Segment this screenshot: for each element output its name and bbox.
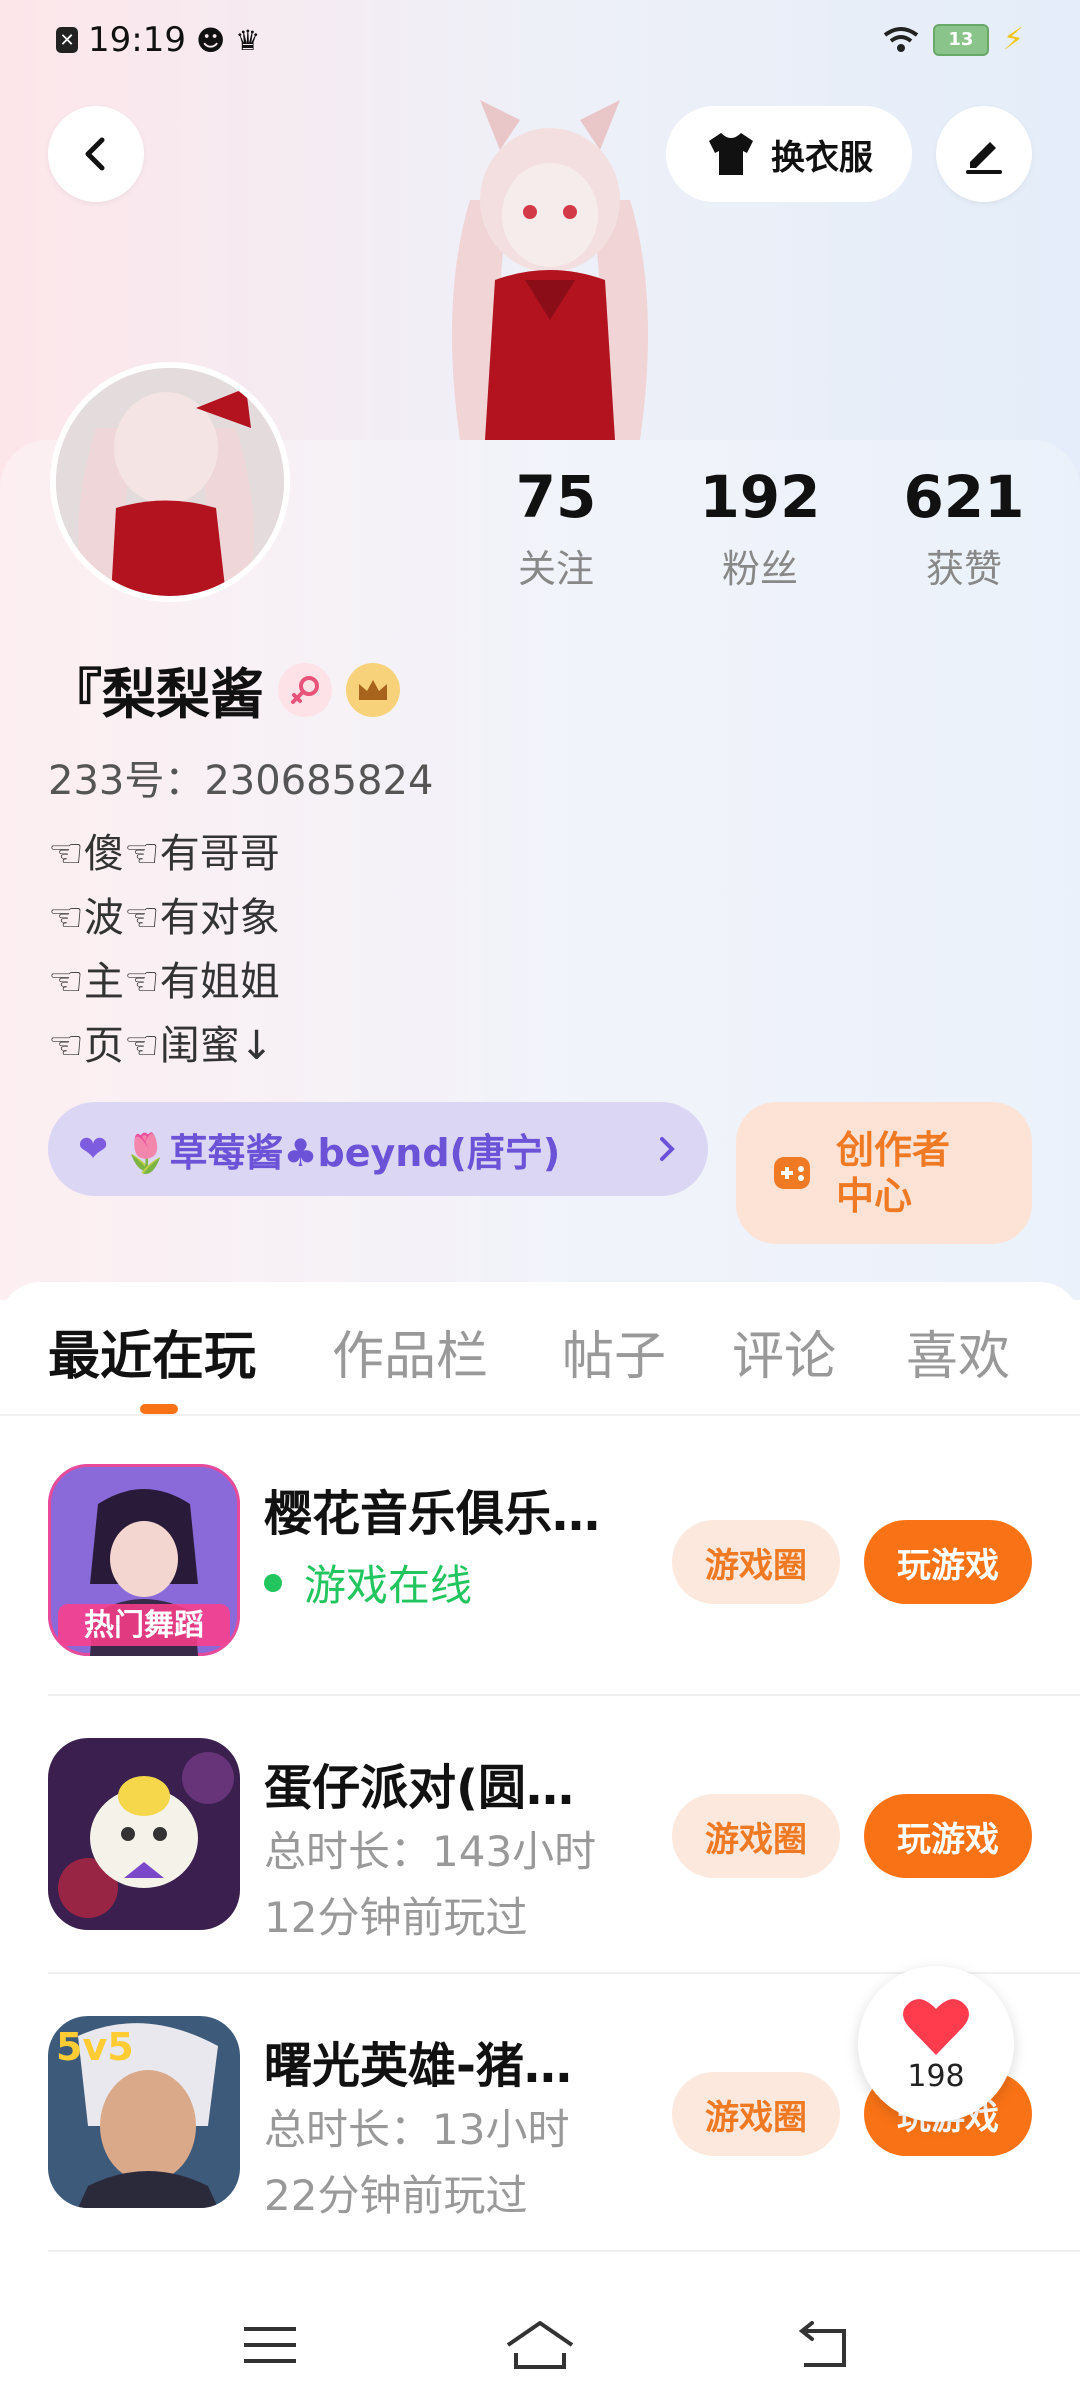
edit-icon (966, 142, 1002, 174)
creator-center-label: 创作者中心 (836, 1128, 951, 1218)
user-id: 233号：230685824 (48, 758, 434, 804)
status-bar: ✕ 19:19 ☻ ♛ 13 ⚡ (0, 0, 1080, 80)
avatar[interactable] (50, 362, 290, 602)
menu-icon (244, 2327, 296, 2363)
bio-line: ☜主☜有姐姐 (48, 959, 280, 1005)
online-status-text: 游戏在线 (304, 1561, 473, 1610)
game-icon-label: 热门舞蹈 (84, 1608, 204, 1643)
stat-followers[interactable]: 192 粉丝 (660, 462, 860, 593)
following-label: 关注 (517, 547, 594, 591)
crown-icon: ♛ (235, 23, 261, 57)
last-played: 12分钟前玩过 (264, 1893, 528, 1942)
game-circle-button[interactable]: 游戏圈 (672, 2072, 840, 2156)
tshirt-icon (709, 133, 753, 175)
game-name: 蛋仔派对(圆… (264, 1760, 574, 1816)
relationship-text: 🌷草莓酱♣beynd(唐宁) (122, 1130, 561, 1175)
game-icon-label: 5v5 (56, 2025, 134, 2069)
tab-recent-play[interactable]: 最近在玩 (48, 1314, 256, 1389)
like-count: 198 (907, 2058, 965, 2094)
game-name: 曙光英雄-猪… (264, 2038, 572, 2094)
last-played: 22分钟前玩过 (264, 2171, 528, 2220)
change-outfit-label: 换衣服 (771, 137, 873, 178)
chevron-left-icon (85, 137, 105, 171)
home-button[interactable] (500, 2310, 580, 2380)
profile-bio: ☜傻☜有哥哥 ☜波☜有对象 ☜主☜有姐姐 ☜页☜闺蜜↓ (48, 822, 280, 1078)
battery-icon: 13 (932, 23, 989, 56)
game-duration: 总时长：13小时 (264, 2105, 570, 2154)
battery-level: 13 (948, 29, 974, 50)
play-game-button[interactable]: 玩游戏 (864, 1520, 1032, 1604)
home-icon (506, 2321, 574, 2369)
wifi-icon (883, 26, 919, 52)
heart-icon (903, 1998, 969, 2055)
bio-line: ☜傻☜有哥哥 (48, 831, 280, 877)
floating-like-button[interactable]: 198 (858, 1966, 1014, 2122)
tab-likes[interactable]: 喜欢 (906, 1314, 1010, 1389)
notification-icon: ✕ (56, 27, 78, 53)
change-outfit-button[interactable]: 换衣服 (666, 106, 912, 202)
cat-icon: ☻ (195, 23, 226, 57)
system-nav-bar (0, 2290, 1080, 2400)
edit-profile-button[interactable] (936, 106, 1032, 202)
game-icon[interactable]: 热门舞蹈 (48, 1464, 240, 1656)
double-heart-icon: ❤ (78, 1128, 109, 1170)
followers-count: 192 (699, 463, 821, 531)
following-count: 75 (515, 463, 597, 531)
play-game-button[interactable]: 玩游戏 (864, 1794, 1032, 1878)
row-divider (48, 1694, 1080, 1696)
creator-center-button[interactable]: 创作者中心 (736, 1102, 1032, 1244)
status-time: 19:19 (88, 20, 186, 60)
game-duration: 总时长：143小时 (264, 1827, 597, 1876)
avatar-image (56, 368, 284, 596)
bio-line: ☜页☜闺蜜↓ (48, 1023, 274, 1069)
menu-button[interactable] (230, 2310, 310, 2380)
game-circle-button[interactable]: 游戏圈 (672, 1520, 840, 1604)
profile-name: 『梨梨酱 (48, 663, 264, 726)
tab-comments[interactable]: 评论 (732, 1314, 836, 1389)
name-row: 『梨梨酱 (48, 650, 400, 729)
profile-tabs: 最近在玩 作品栏 帖子 评论 喜欢 (0, 1300, 1080, 1410)
gamepad-icon (774, 1157, 810, 1189)
back-button[interactable] (48, 106, 144, 202)
tab-posts[interactable]: 帖子 (562, 1314, 666, 1389)
tab-works[interactable]: 作品栏 (332, 1314, 488, 1389)
female-icon (278, 662, 332, 717)
stat-following[interactable]: 75 关注 (456, 462, 656, 593)
return-icon (798, 2321, 846, 2367)
active-tab-indicator (140, 1404, 178, 1414)
list-item[interactable]: 蛋仔派对(圆… 总时长：143小时 12分钟前玩过 游戏圈 玩游戏 (48, 1738, 1032, 1958)
list-item[interactable]: 热门舞蹈 樱花音乐俱乐… 游戏在线 游戏圈 玩游戏 (48, 1464, 1032, 1684)
game-circle-button[interactable]: 游戏圈 (672, 1794, 840, 1878)
tabs-divider (0, 1414, 1080, 1416)
stat-likes[interactable]: 621 获赞 (864, 462, 1064, 593)
game-name: 樱花音乐俱乐… (264, 1486, 601, 1542)
chevron-right-icon (660, 1137, 675, 1161)
game-icon[interactable]: 5v5 (48, 2016, 240, 2208)
charging-icon: ⚡ (1002, 22, 1024, 57)
back-nav-button[interactable] (784, 2310, 864, 2380)
relationship-pill[interactable]: ❤ 🌷草莓酱♣beynd(唐宁) (48, 1102, 708, 1196)
row-divider (48, 2250, 1080, 2252)
online-status: 游戏在线 (264, 1552, 472, 1613)
avatar-figure (452, 100, 648, 440)
followers-label: 粉丝 (721, 547, 798, 591)
likes-label: 获赞 (925, 547, 1002, 591)
likes-count: 621 (903, 463, 1025, 531)
game-icon[interactable] (48, 1738, 240, 1930)
bio-line: ☜波☜有对象 (48, 895, 280, 941)
online-dot-icon (264, 1573, 282, 1592)
crown-badge-icon[interactable] (346, 662, 400, 717)
